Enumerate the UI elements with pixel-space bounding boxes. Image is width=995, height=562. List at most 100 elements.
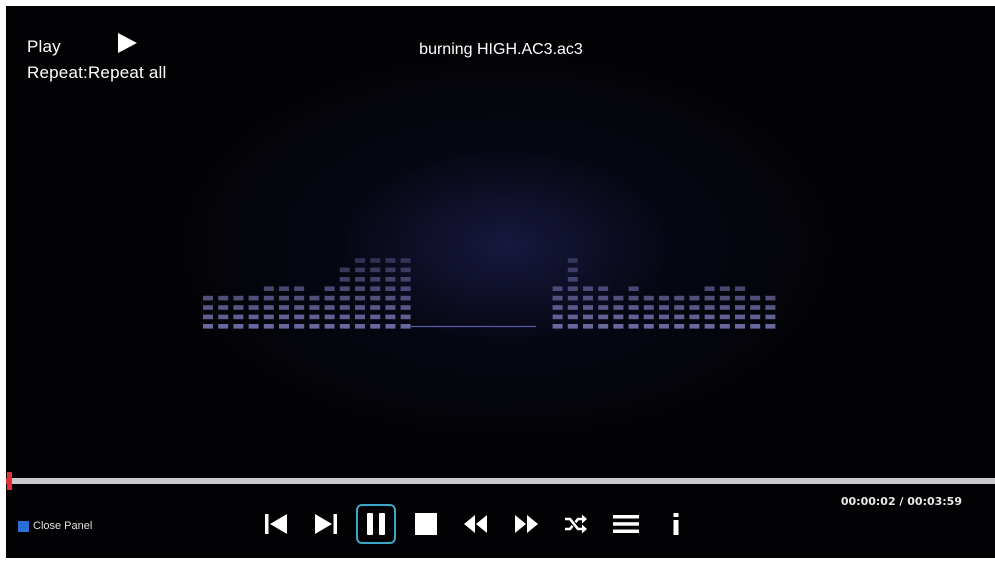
equalizer-segment <box>704 314 715 320</box>
equalizer-segment <box>309 314 320 320</box>
equalizer-segment <box>598 314 609 320</box>
pause-icon <box>367 513 385 535</box>
equalizer-segment <box>385 314 396 320</box>
equalizer-segment <box>324 295 335 301</box>
equalizer-segment <box>294 295 305 301</box>
fast-forward-icon <box>515 515 538 533</box>
equalizer-segment <box>294 286 305 291</box>
equalizer-segment <box>719 305 730 310</box>
rewind-button[interactable] <box>454 504 498 544</box>
equalizer-segment <box>674 324 685 329</box>
equalizer-segment <box>400 324 411 329</box>
equalizer-segment <box>400 267 411 273</box>
equalizer-segment <box>552 295 563 301</box>
equalizer-segment <box>552 305 563 310</box>
equalizer-segment <box>279 324 289 329</box>
equalizer-segment <box>400 258 411 263</box>
equalizer-segment <box>567 295 578 301</box>
progress-handle[interactable] <box>6 472 12 490</box>
equalizer-segment <box>309 295 320 301</box>
equalizer-segment <box>719 295 730 301</box>
equalizer-segment <box>583 295 593 301</box>
equalizer-segment <box>400 314 411 320</box>
equalizer-segment <box>203 324 213 329</box>
equalizer-segment <box>370 277 381 282</box>
shuffle-button[interactable] <box>554 504 598 544</box>
equalizer-visualization <box>203 258 776 329</box>
equalizer-segment <box>370 295 381 301</box>
close-panel-hint[interactable]: Close Panel <box>18 520 92 532</box>
equalizer-segment <box>355 314 365 320</box>
equalizer-segment <box>750 314 761 320</box>
equalizer-segment <box>628 324 639 329</box>
equalizer-segment <box>324 324 335 329</box>
info-button[interactable] <box>654 504 698 544</box>
equalizer-segment <box>674 314 685 320</box>
equalizer-segment <box>567 305 578 310</box>
equalizer-segment <box>385 286 396 291</box>
equalizer-segment <box>203 295 213 301</box>
equalizer-segment <box>339 286 350 291</box>
stop-button[interactable] <box>404 504 448 544</box>
equalizer-segment <box>567 314 578 320</box>
equalizer-segment <box>583 324 593 329</box>
equalizer-segment <box>218 295 229 301</box>
equalizer-segment <box>339 324 350 329</box>
equalizer-segment <box>613 324 624 329</box>
equalizer-segment <box>248 324 259 329</box>
equalizer-segment <box>263 286 274 291</box>
equalizer-segment <box>400 295 411 301</box>
equalizer-segment <box>659 314 669 320</box>
equalizer-segment <box>552 286 563 291</box>
equalizer-segment <box>567 258 578 263</box>
equalizer-segment <box>689 295 700 301</box>
equalizer-segment <box>628 295 639 301</box>
pause-button[interactable] <box>356 504 396 544</box>
equalizer-segment <box>218 324 229 329</box>
info-icon <box>673 513 679 535</box>
list-icon <box>613 515 639 533</box>
equalizer-segment <box>628 314 639 320</box>
equalizer-segment <box>309 305 320 310</box>
fast-forward-button[interactable] <box>504 504 548 544</box>
equalizer-segment <box>689 305 700 310</box>
equalizer-segment <box>643 305 654 310</box>
shuffle-icon <box>565 514 587 534</box>
equalizer-segment <box>279 314 289 320</box>
equalizer-segment <box>339 267 350 273</box>
equalizer-segment <box>339 314 350 320</box>
equalizer-segment <box>567 286 578 291</box>
previous-button[interactable] <box>254 504 298 544</box>
equalizer-segment <box>689 314 700 320</box>
equalizer-segment <box>263 314 274 320</box>
equalizer-segment <box>765 295 776 301</box>
equalizer-segment <box>628 286 639 291</box>
equalizer-segment <box>385 295 396 301</box>
equalizer-segment <box>552 324 563 329</box>
equalizer-segment <box>263 305 274 310</box>
progress-bar[interactable] <box>6 478 995 484</box>
equalizer-segment <box>598 305 609 310</box>
next-button[interactable] <box>304 504 348 544</box>
equalizer-segment <box>704 286 715 291</box>
rewind-icon <box>464 515 487 533</box>
equalizer-segment <box>355 277 365 282</box>
equalizer-segment <box>385 324 396 329</box>
equalizer-segment <box>309 324 320 329</box>
equalizer-segment <box>355 305 365 310</box>
playlist-button[interactable] <box>604 504 648 544</box>
equalizer-segment <box>203 314 213 320</box>
equalizer-segment <box>750 305 761 310</box>
stop-icon <box>415 513 437 535</box>
equalizer-segment <box>248 305 259 310</box>
equalizer-segment <box>613 314 624 320</box>
equalizer-segment <box>355 267 365 273</box>
equalizer-segment <box>279 295 289 301</box>
equalizer-segment <box>370 314 381 320</box>
equalizer-segment <box>613 295 624 301</box>
equalizer-segment <box>674 305 685 310</box>
equalizer-segment <box>704 324 715 329</box>
equalizer-segment <box>233 295 244 301</box>
close-panel-label: Close Panel <box>33 520 93 532</box>
equalizer-segment <box>294 314 305 320</box>
